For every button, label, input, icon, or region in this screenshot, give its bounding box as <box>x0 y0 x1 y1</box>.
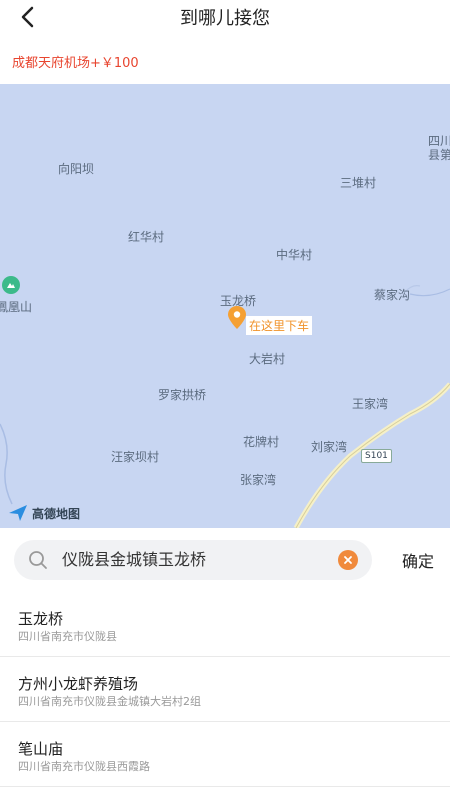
map-view[interactable]: 向阳坝 三堆村 红华村 中华村 鳳凰山 蔡家沟 玉龙桥 大岩村 罗家拱桥 王家湾… <box>0 84 450 528</box>
map-place-label: 大岩村 <box>249 352 286 366</box>
list-item[interactable]: 方州小龙虾养殖场 四川省南充市仪陇县金城镇大岩村2组 <box>0 657 450 722</box>
close-icon <box>344 556 352 564</box>
map-place-label: 县第 <box>428 148 450 162</box>
search-row: 确定 <box>0 528 450 592</box>
mountain-poi-icon <box>2 276 20 294</box>
price-bar: 成都天府机场+￥100 <box>0 38 450 84</box>
dropoff-label: 在这里下车 <box>246 316 313 335</box>
map-place-label: 汪家坝村 <box>111 450 160 464</box>
search-box[interactable] <box>14 540 372 580</box>
map-logo-text: 高德地图 <box>32 506 81 521</box>
map-place-label: 刘家湾 <box>311 440 348 454</box>
map-place-label: 花牌村 <box>243 435 280 449</box>
page-title: 到哪儿接您 <box>180 8 270 29</box>
price-text: 成都天府机场+￥100 <box>12 56 139 71</box>
result-address: 四川省南充市仪陇县西霞路 <box>18 760 150 773</box>
road-badge: S101 <box>361 449 392 463</box>
map-logo: 高德地图 <box>8 504 80 522</box>
map-place-label: 三堆村 <box>340 176 377 190</box>
map-place-label: 罗家拱桥 <box>158 388 207 402</box>
clear-button[interactable] <box>338 550 358 570</box>
result-name: 笔山庙 <box>18 740 64 758</box>
map-place-label: 张家湾 <box>240 473 277 487</box>
search-input[interactable] <box>62 540 332 580</box>
confirm-button[interactable]: 确定 <box>390 548 446 572</box>
result-name: 玉龙桥 <box>18 610 64 628</box>
results-list: 玉龙桥 四川省南充市仪陇县 方州小龙虾养殖场 四川省南充市仪陇县金城镇大岩村2组… <box>0 592 450 787</box>
result-address: 四川省南充市仪陇县金城镇大岩村2组 <box>18 695 201 708</box>
map-place-label: 王家湾 <box>352 397 389 411</box>
location-pin-icon <box>228 306 246 329</box>
result-name: 方州小龙虾养殖场 <box>18 675 139 693</box>
search-icon <box>29 551 47 569</box>
result-address: 四川省南充市仪陇县 <box>18 630 117 643</box>
map-brand-icon <box>9 505 27 521</box>
map-place-label: 鳳凰山 <box>0 300 33 314</box>
map-place-label: 蔡家沟 <box>374 288 411 302</box>
header-bar: 到哪儿接您 <box>0 0 450 38</box>
map-place-label: 中华村 <box>276 248 313 262</box>
map-place-label: 向阳坝 <box>58 162 95 176</box>
list-item[interactable]: 笔山庙 四川省南充市仪陇县西霞路 <box>0 722 450 787</box>
list-item[interactable]: 玉龙桥 四川省南充市仪陇县 <box>0 592 450 657</box>
map-place-label: 红华村 <box>128 230 165 244</box>
